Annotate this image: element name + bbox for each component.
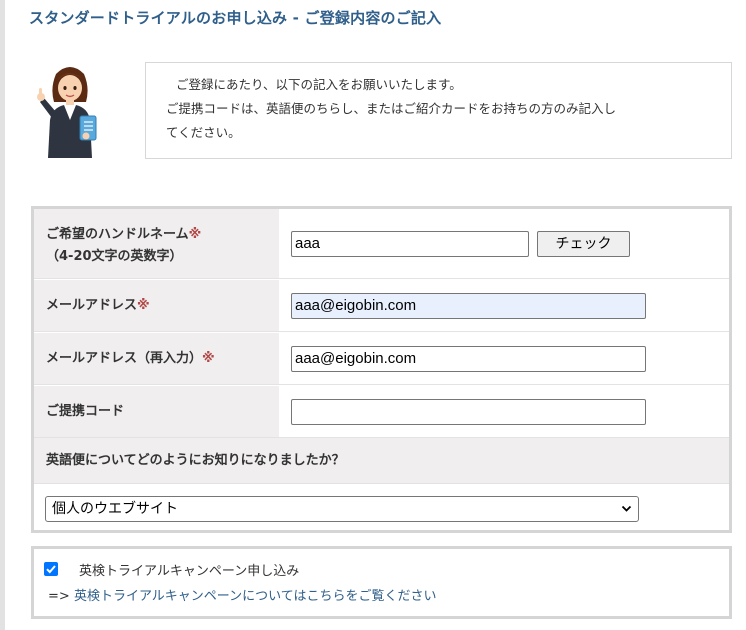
arrow-text: => <box>48 589 70 604</box>
check-button[interactable]: チェック <box>537 231 630 257</box>
intro-line-2: ご提携コードは、英語便のちらし、またはご紹介カードをお持ちの方のみ記入し <box>166 101 617 116</box>
email-confirm-label-cell: メールアドレス（再入力）※ <box>34 333 279 384</box>
intro-line-3: てください。 <box>166 125 241 140</box>
handle-label: ご希望のハンドルネーム <box>46 227 189 242</box>
campaign-section: 英検トライアルキャンペーン申し込み => 英検トライアルキャンペーンについてはこ… <box>31 546 732 619</box>
woman-pointing-illustration <box>34 62 106 158</box>
handle-label-cell: ご希望のハンドルネーム※ （4-20文字の英数字） <box>34 209 279 278</box>
partner-code-input[interactable] <box>291 399 646 425</box>
campaign-info-link[interactable]: 英検トライアルキャンペーンについてはこちらをご覧ください <box>74 589 437 604</box>
email-input[interactable]: aaa@eigobin.com <box>291 293 646 319</box>
source-select[interactable]: 個人のウエブサイト <box>45 496 639 522</box>
intro-message: ご登録にあたり、以下の記入をお願いいたします。 ご提携コードは、英語便のちらし、… <box>145 62 732 159</box>
required-mark: ※ <box>137 298 150 313</box>
check-icon <box>46 565 56 574</box>
partner-code-row: ご提携コード <box>34 386 729 438</box>
email-confirm-value-cell: aaa@eigobin.com <box>279 333 729 384</box>
email-row: メールアドレス※ aaa@eigobin.com <box>34 280 729 332</box>
handle-input[interactable]: aaa <box>291 231 529 257</box>
email-label: メールアドレス <box>46 298 138 313</box>
campaign-link-row: => 英検トライアルキャンペーンについてはこちらをご覧ください <box>48 585 437 604</box>
campaign-checkbox-label: 英検トライアルキャンペーン申し込み <box>79 564 300 579</box>
source-select-value: 個人のウエブサイト <box>52 501 178 517</box>
email-confirm-row: メールアドレス（再入力）※ aaa@eigobin.com <box>34 333 729 385</box>
email-label-cell: メールアドレス※ <box>34 280 279 331</box>
left-border <box>0 0 5 630</box>
required-mark: ※ <box>188 227 202 242</box>
chevron-down-icon <box>621 497 632 529</box>
required-mark: ※ <box>202 351 215 366</box>
partner-code-value-cell <box>279 386 729 437</box>
email-value-cell: aaa@eigobin.com <box>279 280 729 331</box>
email-confirm-input[interactable]: aaa@eigobin.com <box>291 346 646 372</box>
source-question-label: 英語便についてどのようにお知りになりましたか？ <box>34 438 729 484</box>
page-title: スタンダードトライアルのお申し込み - ご登録内容のご記入 <box>29 9 442 27</box>
intro-line-1: ご登録にあたり、以下の記入をお願いいたします。 <box>176 77 462 92</box>
partner-code-label: ご提携コード <box>46 404 125 419</box>
handle-row: ご希望のハンドルネーム※ （4-20文字の英数字） aaa チェック <box>34 209 729 279</box>
handle-sublabel: （4-20文字の英数字） <box>46 249 183 264</box>
registration-form: ご希望のハンドルネーム※ （4-20文字の英数字） aaa チェック メールアド… <box>31 206 732 533</box>
handle-value-cell: aaa チェック <box>279 209 729 278</box>
partner-code-label-cell: ご提携コード <box>34 386 279 437</box>
campaign-checkbox[interactable] <box>44 562 58 576</box>
email-confirm-label: メールアドレス（再入力） <box>46 351 203 366</box>
